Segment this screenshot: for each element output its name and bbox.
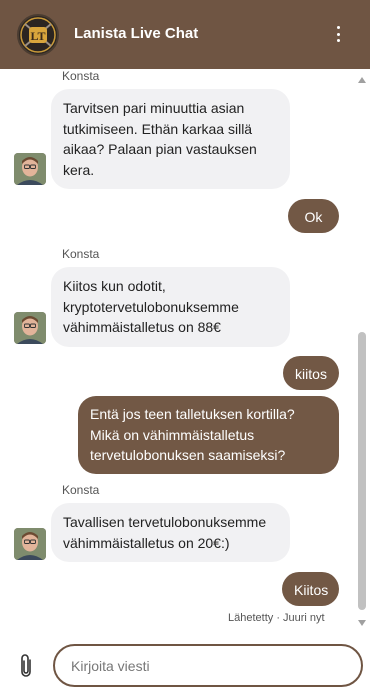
outgoing-message: Kiitos: [282, 572, 339, 606]
scroll-down-arrow-icon[interactable]: [358, 620, 366, 626]
message-list[interactable]: Konsta Tarvitsen pari minuuttia asian tu…: [0, 69, 370, 632]
message-composer: [0, 632, 370, 696]
agent-avatar: [14, 312, 46, 344]
agent-avatar: [14, 153, 46, 185]
scroll-up-arrow-icon[interactable]: [358, 77, 366, 83]
kebab-menu-icon[interactable]: [329, 22, 347, 46]
logo-emblem-icon: LT: [20, 17, 56, 53]
sender-name: Konsta: [62, 69, 100, 83]
lanista-logo: LT: [17, 14, 59, 56]
incoming-message: Tavallisen tervetulobonuksemme vähimmäis…: [51, 503, 290, 562]
sender-name: Konsta: [62, 483, 100, 497]
sender-name: Konsta: [62, 247, 100, 261]
paperclip-icon[interactable]: [17, 653, 35, 679]
agent-avatar: [14, 528, 46, 560]
agent-photo-icon: [14, 312, 46, 344]
incoming-message: Kiitos kun odotit, kryptotervetulobonuks…: [51, 267, 290, 347]
svg-text:LT: LT: [31, 29, 46, 43]
chat-header: LT Lanista Live Chat: [0, 0, 370, 69]
agent-photo-icon: [14, 153, 46, 185]
outgoing-message: Ok: [288, 199, 339, 233]
chat-title: Lanista Live Chat: [74, 25, 199, 42]
message-input-wrapper: [53, 644, 363, 687]
outgoing-message: kiitos: [283, 356, 339, 390]
agent-photo-icon: [14, 528, 46, 560]
incoming-message: Tarvitsen pari minuuttia asian tutkimise…: [51, 89, 290, 189]
delivery-status: Lähetetty · Juuri nyt: [228, 612, 325, 624]
message-input[interactable]: [55, 646, 361, 685]
outgoing-message: Entä jos teen talletuksen kortilla? Mikä…: [78, 396, 339, 474]
scrollbar-thumb[interactable]: [358, 332, 366, 610]
